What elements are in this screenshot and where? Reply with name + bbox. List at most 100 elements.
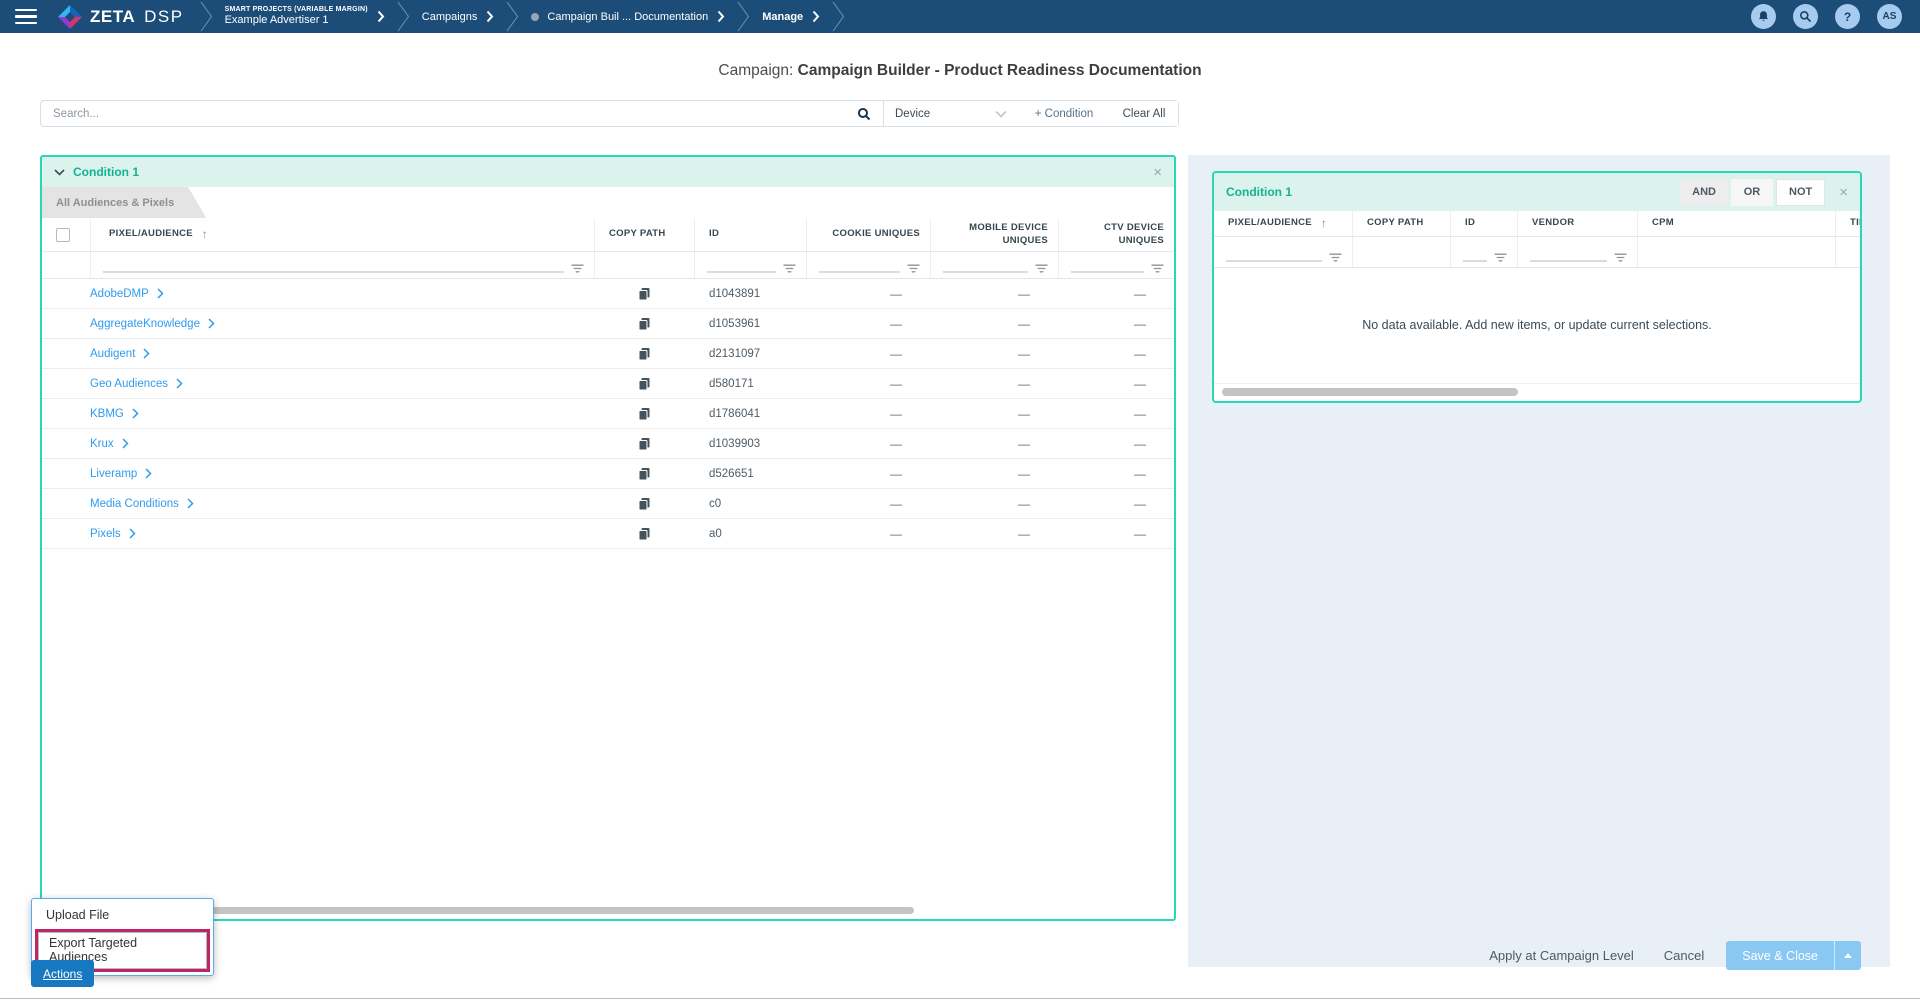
table-row[interactable]: Geo Audiences d580171 — — — bbox=[42, 369, 1174, 399]
close-icon[interactable]: × bbox=[1153, 165, 1162, 180]
column-header-id[interactable]: ID bbox=[1450, 211, 1517, 236]
select-all-checkbox[interactable] bbox=[56, 227, 70, 242]
menu-item-upload-file[interactable]: Upload File bbox=[32, 904, 213, 929]
breadcrumb-campaigns[interactable]: Campaigns bbox=[416, 10, 501, 23]
save-options-caret[interactable] bbox=[1835, 953, 1861, 958]
expand-chevron-icon[interactable] bbox=[208, 318, 215, 329]
table-row[interactable]: Pixels a0 — — — bbox=[42, 519, 1174, 549]
copy-path-icon[interactable] bbox=[594, 347, 694, 361]
operator-and-button[interactable]: AND bbox=[1680, 178, 1728, 206]
filter-cell-ctv-uniques[interactable] bbox=[1058, 252, 1174, 278]
cancel-button[interactable]: Cancel bbox=[1664, 948, 1704, 963]
audience-group-link[interactable]: Krux bbox=[90, 438, 594, 450]
copy-path-icon[interactable] bbox=[594, 317, 694, 331]
filter-icon[interactable] bbox=[1494, 253, 1507, 262]
expand-chevron-icon[interactable] bbox=[145, 468, 152, 479]
horizontal-scrollbar-thumb[interactable] bbox=[94, 907, 914, 914]
filter-cell-pixel-audience[interactable] bbox=[90, 252, 594, 278]
copy-path-icon[interactable] bbox=[594, 467, 694, 481]
horizontal-scrollbar-thumb[interactable] bbox=[1222, 388, 1518, 396]
close-icon[interactable]: × bbox=[1839, 184, 1848, 201]
column-header-cpm[interactable]: CPM bbox=[1637, 211, 1835, 236]
table-row[interactable]: Krux d1039903 — — — bbox=[42, 429, 1174, 459]
copy-path-icon[interactable] bbox=[594, 287, 694, 301]
chevron-right-icon[interactable] bbox=[717, 10, 725, 23]
global-search-icon[interactable] bbox=[1793, 4, 1818, 29]
breadcrumb-manage[interactable]: Manage bbox=[756, 10, 826, 23]
help-icon[interactable]: ? bbox=[1835, 4, 1860, 29]
filter-cell-id[interactable] bbox=[1450, 237, 1517, 267]
audience-group-link[interactable]: AggregateKnowledge bbox=[90, 318, 594, 330]
filter-cell-pixel-audience[interactable] bbox=[1214, 237, 1352, 267]
table-row[interactable]: AdobeDMP d1043891 — — — bbox=[42, 279, 1174, 309]
device-dropdown[interactable]: Device bbox=[883, 101, 1018, 126]
copy-path-icon[interactable] bbox=[594, 437, 694, 451]
operator-not-button[interactable]: NOT bbox=[1776, 178, 1826, 206]
search-icon[interactable] bbox=[857, 107, 871, 121]
breadcrumb-advertiser[interactable]: SMART PROJECTS (VARIABLE MARGIN) Example… bbox=[219, 6, 391, 28]
clear-all-button[interactable]: Clear All bbox=[1110, 101, 1178, 126]
expand-chevron-icon[interactable] bbox=[157, 288, 164, 299]
operator-or-button[interactable]: OR bbox=[1731, 178, 1773, 206]
expand-chevron-icon[interactable] bbox=[176, 378, 183, 389]
filter-icon[interactable] bbox=[1329, 253, 1342, 262]
copy-path-icon[interactable] bbox=[594, 377, 694, 391]
collapse-chevron-icon[interactable] bbox=[54, 168, 65, 176]
column-header-ctv-device-uniques[interactable]: CTV DEVICE UNIQUES bbox=[1058, 218, 1174, 251]
filter-icon[interactable] bbox=[571, 264, 584, 273]
audience-group-link[interactable]: Audigent bbox=[90, 348, 594, 360]
user-avatar[interactable]: AS bbox=[1877, 4, 1902, 29]
column-header-pixel-audience[interactable]: PIXEL/AUDIENCE ↑ bbox=[1214, 211, 1352, 236]
filter-icon[interactable] bbox=[783, 264, 796, 273]
audience-group-link[interactable]: Liveramp bbox=[90, 468, 594, 480]
audience-group-link[interactable]: Pixels bbox=[90, 528, 594, 540]
expand-chevron-icon[interactable] bbox=[143, 348, 150, 359]
chevron-right-icon[interactable] bbox=[812, 10, 820, 23]
expand-chevron-icon[interactable] bbox=[122, 438, 129, 449]
copy-path-icon[interactable] bbox=[594, 497, 694, 511]
add-condition-button[interactable]: + Condition bbox=[1018, 101, 1110, 126]
column-header-time[interactable]: TIM bbox=[1835, 211, 1860, 236]
filter-icon[interactable] bbox=[907, 264, 920, 273]
zeta-dsp-logo[interactable]: ZETA DSP bbox=[57, 4, 184, 30]
chevron-right-icon[interactable] bbox=[377, 10, 385, 23]
column-header-id[interactable]: ID bbox=[694, 218, 806, 251]
filter-cell-cookie-uniques[interactable] bbox=[806, 252, 930, 278]
expand-chevron-icon[interactable] bbox=[132, 408, 139, 419]
hamburger-menu-icon[interactable] bbox=[15, 8, 37, 25]
filter-icon[interactable] bbox=[1614, 253, 1627, 262]
audience-group-link[interactable]: KBMG bbox=[90, 408, 594, 420]
filter-cell-mobile-uniques[interactable] bbox=[930, 252, 1058, 278]
copy-path-icon[interactable] bbox=[594, 527, 694, 541]
chevron-right-icon[interactable] bbox=[486, 10, 494, 23]
filter-cell-id[interactable] bbox=[694, 252, 806, 278]
column-header-copy-path[interactable]: COPY PATH bbox=[594, 218, 694, 251]
condition-panel-header[interactable]: Condition 1 × bbox=[42, 157, 1174, 187]
apply-at-campaign-level-link[interactable]: Apply at Campaign Level bbox=[1489, 948, 1634, 963]
column-header-mobile-device-uniques[interactable]: MOBILE DEVICE UNIQUES bbox=[930, 218, 1058, 251]
expand-chevron-icon[interactable] bbox=[129, 528, 136, 539]
column-header-cookie-uniques[interactable]: COOKIE UNIQUES bbox=[806, 218, 930, 251]
breadcrumb-campaign-builder[interactable]: Campaign Buil ... Documentation bbox=[525, 10, 731, 23]
sort-ascending-icon[interactable]: ↑ bbox=[202, 227, 208, 243]
tab-all-audiences-pixels[interactable]: All Audiences & Pixels bbox=[42, 187, 206, 218]
notifications-bell-icon[interactable] bbox=[1751, 4, 1776, 29]
search-input[interactable] bbox=[53, 107, 857, 120]
save-close-button[interactable]: Save & Close bbox=[1726, 949, 1834, 963]
actions-button[interactable]: Actions bbox=[31, 960, 95, 987]
table-row[interactable]: KBMG d1786041 — — — bbox=[42, 399, 1174, 429]
audience-group-link[interactable]: Geo Audiences bbox=[90, 378, 594, 390]
column-header-copy-path[interactable]: COPY PATH bbox=[1352, 211, 1450, 236]
table-row[interactable]: Audigent d2131097 — — — bbox=[42, 339, 1174, 369]
filter-icon[interactable] bbox=[1151, 264, 1164, 273]
audience-group-link[interactable]: AdobeDMP bbox=[90, 288, 594, 300]
column-header-pixel-audience[interactable]: PIXEL/AUDIENCE ↑ bbox=[90, 218, 594, 251]
column-header-vendor[interactable]: VENDOR bbox=[1517, 211, 1637, 236]
table-row[interactable]: AggregateKnowledge d1053961 — — — bbox=[42, 309, 1174, 339]
filter-icon[interactable] bbox=[1035, 264, 1048, 273]
copy-path-icon[interactable] bbox=[594, 407, 694, 421]
filter-cell-vendor[interactable] bbox=[1517, 237, 1637, 267]
expand-chevron-icon[interactable] bbox=[187, 498, 194, 509]
table-row[interactable]: Liveramp d526651 — — — bbox=[42, 459, 1174, 489]
table-row[interactable]: Media Conditions c0 — — — bbox=[42, 489, 1174, 519]
